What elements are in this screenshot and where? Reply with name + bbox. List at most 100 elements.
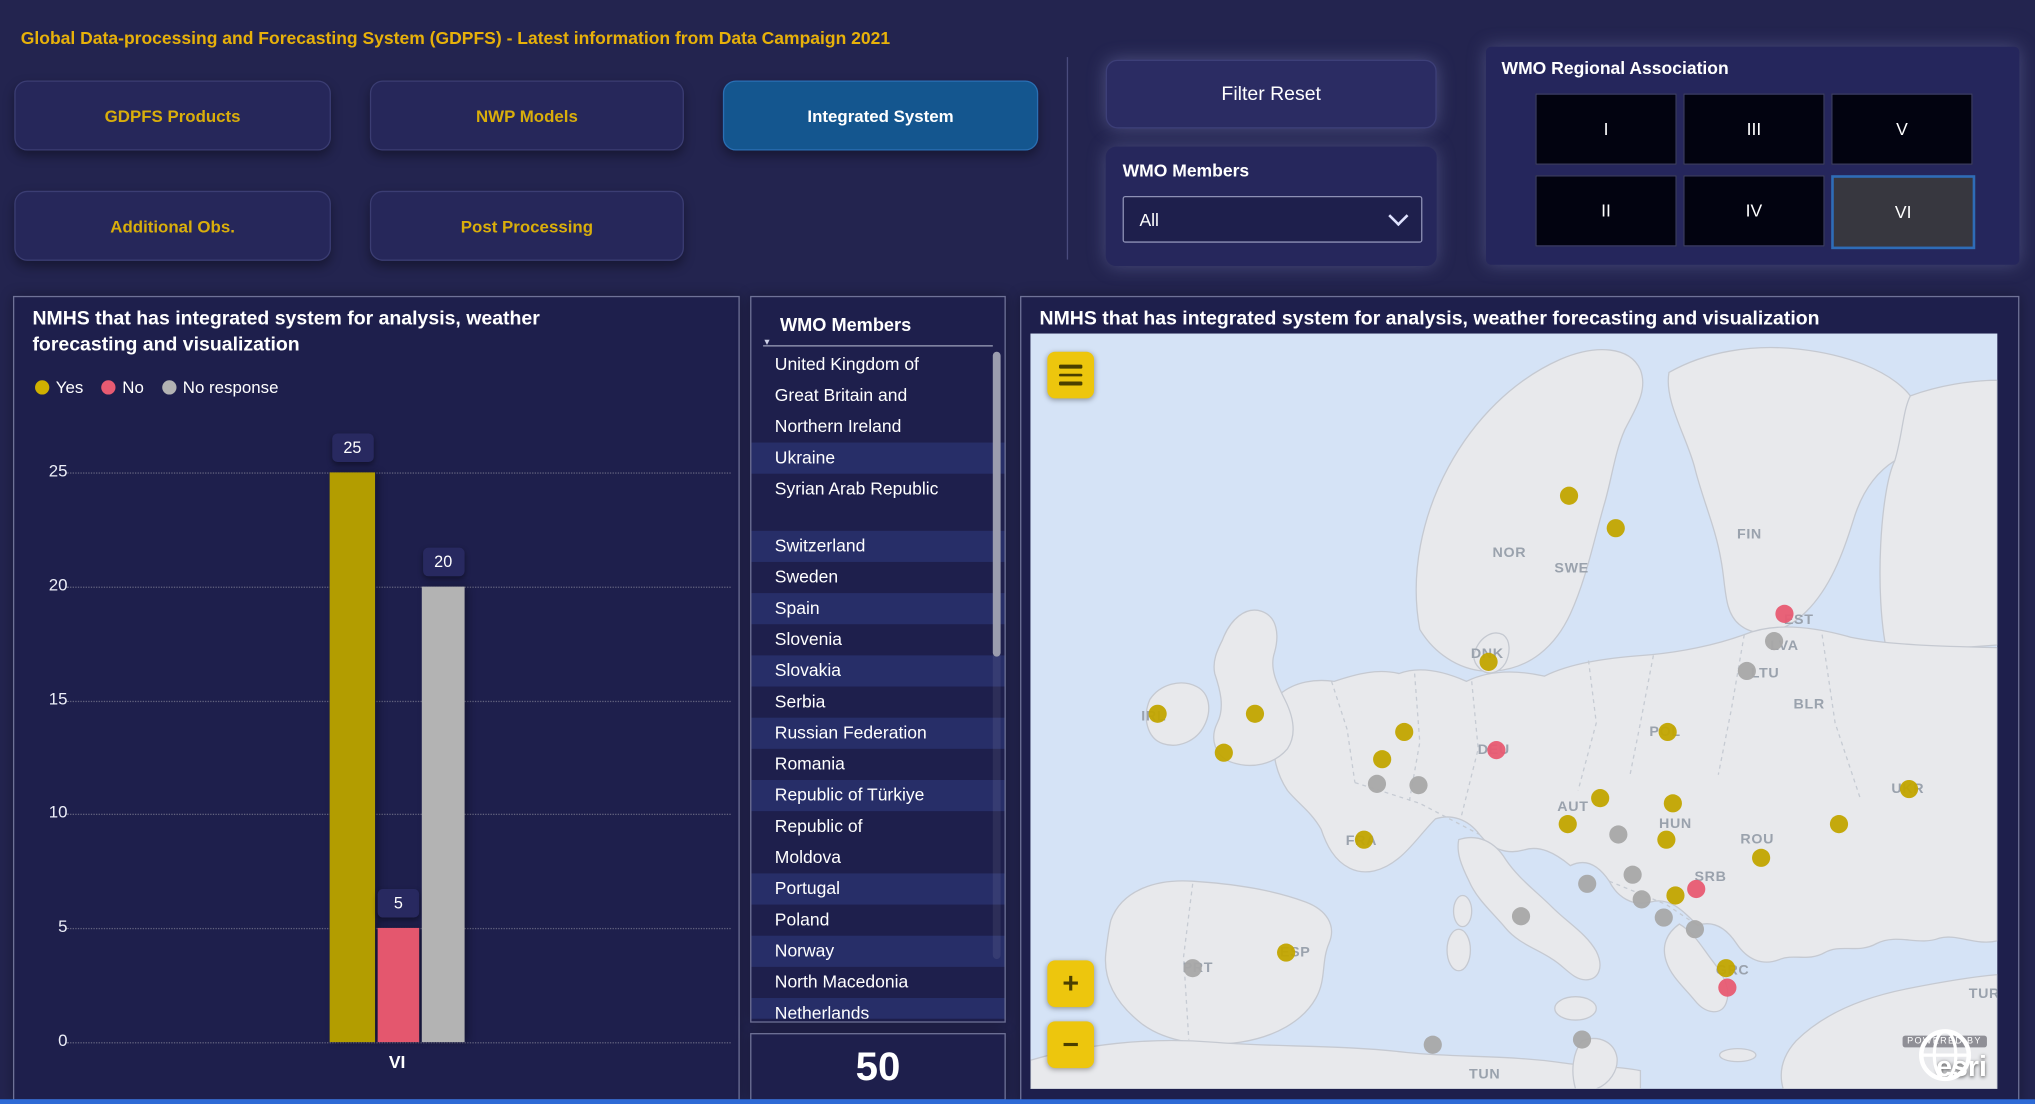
bottom-accent-bar <box>0 1099 2035 1104</box>
tab-integrated-system[interactable]: Integrated System <box>723 80 1038 150</box>
member-item[interactable]: Romania <box>751 749 1004 780</box>
regional-button-ii[interactable]: II <box>1535 175 1676 246</box>
map-dot-nr[interactable] <box>1573 1030 1591 1048</box>
gridline <box>66 1042 730 1043</box>
map-dot-no[interactable] <box>1775 605 1793 623</box>
tab-nwp-models[interactable]: NWP Models <box>370 80 684 150</box>
map-dot-nr[interactable] <box>1424 1036 1442 1054</box>
member-item[interactable]: Slovakia <box>751 655 1004 686</box>
tab-post-processing[interactable]: Post Processing <box>370 191 684 261</box>
map-dot-yes[interactable] <box>1659 723 1677 741</box>
map-dot-yes[interactable] <box>1479 653 1497 671</box>
map-menu-button[interactable] <box>1047 352 1094 399</box>
map-dot-yes[interactable] <box>1277 944 1295 962</box>
tab-gdpfs-products[interactable]: GDPFS Products <box>14 80 331 150</box>
map-dot-nr[interactable] <box>1655 908 1673 926</box>
zoom-in-button[interactable]: + <box>1047 960 1094 1007</box>
bar-yes[interactable] <box>330 472 375 1042</box>
bar-no[interactable] <box>378 928 420 1042</box>
member-item[interactable]: Syrian Arab Republic <box>751 474 1004 505</box>
map-dot-yes[interactable] <box>1607 519 1625 537</box>
member-item[interactable]: Russian Federation <box>751 718 1004 749</box>
gridline <box>66 586 730 587</box>
regional-button-v[interactable]: V <box>1831 93 1972 164</box>
map-dot-nr[interactable] <box>1738 662 1756 680</box>
plot-area: 252015105025520 <box>14 297 741 1102</box>
map-svg: NORSWEFINESTLVALTUBLRIRLDNKDEUPOLFRAAUTH… <box>1030 334 1997 1089</box>
member-item[interactable] <box>751 505 1004 531</box>
map-dot-nr[interactable] <box>1624 866 1642 884</box>
map-dot-nr[interactable] <box>1184 959 1202 977</box>
regional-button-iii[interactable]: III <box>1683 93 1824 164</box>
map-dot-nr[interactable] <box>1609 825 1627 843</box>
member-item[interactable]: Ukraine <box>751 443 1004 474</box>
map-country-label: SWE <box>1554 560 1588 576</box>
list-scrollbar-track <box>993 352 1001 959</box>
map-dot-nr[interactable] <box>1512 907 1530 925</box>
map-dot-nr[interactable] <box>1578 875 1596 893</box>
member-item[interactable]: Poland <box>751 905 1004 936</box>
member-item[interactable]: Republic of Türkiye <box>751 780 1004 811</box>
map-dot-no[interactable] <box>1487 741 1505 759</box>
map-dot-nr[interactable] <box>1765 632 1783 650</box>
map-dot-yes[interactable] <box>1752 849 1770 867</box>
member-item[interactable]: Serbia <box>751 687 1004 718</box>
member-item[interactable]: Slovenia <box>751 624 1004 655</box>
member-item[interactable]: Sweden <box>751 562 1004 593</box>
sort-caret-icon[interactable]: ▾ <box>764 336 769 348</box>
map-dot-yes[interactable] <box>1717 959 1735 977</box>
map-dot-yes[interactable] <box>1215 744 1233 762</box>
map-dot-yes[interactable] <box>1830 815 1848 833</box>
member-item[interactable]: Republic of Moldova <box>751 811 1004 873</box>
member-item[interactable]: North Macedonia <box>751 967 1004 998</box>
map-dot-no[interactable] <box>1718 979 1736 997</box>
zoom-out-button[interactable]: − <box>1047 1021 1094 1068</box>
map-dot-yes[interactable] <box>1900 780 1918 798</box>
map-dot-nr[interactable] <box>1633 890 1651 908</box>
map-dot-yes[interactable] <box>1246 705 1264 723</box>
member-item[interactable]: Spain <box>751 593 1004 624</box>
list-header-label: WMO Members <box>780 314 911 335</box>
map-dot-yes[interactable] <box>1559 815 1577 833</box>
member-item[interactable]: Portugal <box>751 873 1004 904</box>
map-dot-yes[interactable] <box>1149 705 1167 723</box>
map-dot-nr[interactable] <box>1368 775 1386 793</box>
regional-button-vi[interactable]: VI <box>1831 175 1975 249</box>
y-axis-tick: 15 <box>25 689 68 708</box>
europe-landmass <box>1030 348 1997 1089</box>
regional-button-iv[interactable]: IV <box>1683 175 1824 246</box>
members-list: United Kingdom of Great Britain and Nort… <box>751 349 1004 1019</box>
map-dot-yes[interactable] <box>1373 750 1391 768</box>
map-dot-nr[interactable] <box>1409 776 1427 794</box>
map-country-label: FIN <box>1737 527 1762 543</box>
bar-no-response[interactable] <box>422 586 465 1042</box>
member-item[interactable]: Norway <box>751 936 1004 967</box>
member-item[interactable]: Switzerland <box>751 531 1004 562</box>
regional-button-i[interactable]: I <box>1535 93 1676 164</box>
map-dot-yes[interactable] <box>1591 789 1609 807</box>
map-dot-yes[interactable] <box>1355 831 1373 849</box>
member-item[interactable]: United Kingdom of Great Britain and Nort… <box>751 349 1004 442</box>
tab-additional-obs[interactable]: Additional Obs. <box>14 191 331 261</box>
gridline <box>66 814 730 815</box>
map-country-label: HUN <box>1659 816 1692 832</box>
bar-value-label: 20 <box>422 547 464 576</box>
member-count-card: 50 <box>750 1033 1006 1100</box>
map-dot-nr[interactable] <box>1686 920 1704 938</box>
map-title: NMHS that has integrated system for anal… <box>1040 306 2013 332</box>
y-axis-tick: 10 <box>25 803 68 822</box>
map-dot-no[interactable] <box>1687 880 1705 898</box>
filter-reset-button[interactable]: Filter Reset <box>1106 60 1437 129</box>
map-dot-yes[interactable] <box>1657 831 1675 849</box>
map-country-label: ROU <box>1740 832 1774 848</box>
map-dot-yes[interactable] <box>1666 886 1684 904</box>
wmo-members-dropdown[interactable]: All <box>1123 196 1423 243</box>
map-dot-yes[interactable] <box>1664 794 1682 812</box>
list-scrollbar-thumb[interactable] <box>993 352 1001 657</box>
europe-map[interactable]: NORSWEFINESTLVALTUBLRIRLDNKDEUPOLFRAAUTH… <box>1030 334 1997 1089</box>
wmo-regional-association-card: WMO Regional Association IIIIVIIIVVI <box>1486 47 2019 265</box>
map-dot-yes[interactable] <box>1395 723 1413 741</box>
map-dot-yes[interactable] <box>1560 487 1578 505</box>
wmo-members-filter-card: WMO Members All <box>1106 147 1437 266</box>
member-item[interactable]: Netherlands <box>751 998 1004 1019</box>
